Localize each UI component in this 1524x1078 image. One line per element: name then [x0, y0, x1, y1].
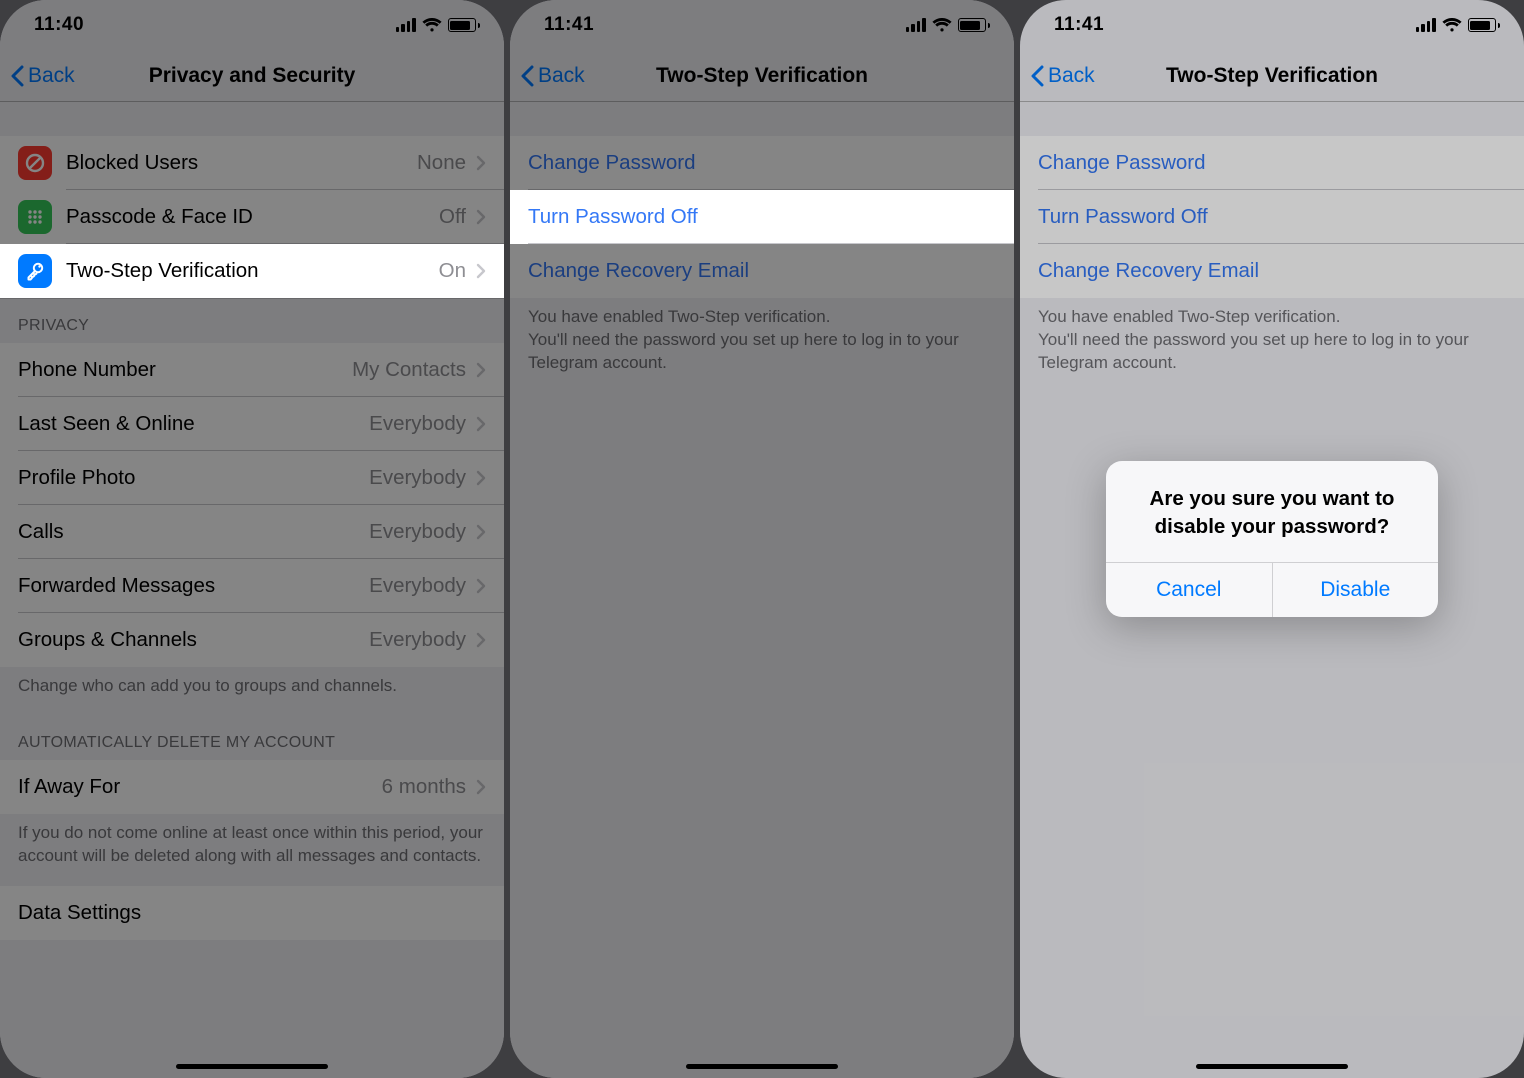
calls-row[interactable]: Calls Everybody [0, 505, 504, 559]
chevron-right-icon [476, 362, 486, 378]
calls-value: Everybody [369, 520, 466, 544]
chevron-right-icon [476, 470, 486, 486]
status-bar: 11:40 [0, 0, 504, 50]
back-button[interactable]: Back [510, 64, 585, 88]
screen-privacy-security: 11:40 Back Privacy and Security [0, 0, 504, 1078]
delete-section: If Away For 6 months [0, 760, 504, 814]
passcode-label: Passcode & Face ID [66, 205, 439, 229]
phone-number-value: My Contacts [352, 358, 466, 382]
screen-two-step-verification: 11:41 Back Two-Step Verification Change … [510, 0, 1014, 1078]
chevron-right-icon [476, 779, 486, 795]
blocked-users-value: None [417, 151, 466, 175]
turn-password-off-row[interactable]: Turn Password Off [510, 190, 1014, 244]
forwarded-messages-row[interactable]: Forwarded Messages Everybody [0, 559, 504, 613]
home-indicator[interactable] [686, 1064, 838, 1069]
forwarded-messages-label: Forwarded Messages [18, 574, 369, 598]
alert-backdrop: Are you sure you want to disable your pa… [1020, 0, 1524, 1078]
chevron-right-icon [476, 263, 486, 279]
profile-photo-row[interactable]: Profile Photo Everybody [0, 451, 504, 505]
if-away-value: 6 months [382, 775, 466, 799]
two-step-footer: You have enabled Two-Step verification. … [510, 298, 1014, 393]
phone-number-label: Phone Number [18, 358, 352, 382]
status-time: 11:41 [544, 14, 594, 36]
data-settings-section: Data Settings [0, 886, 504, 940]
battery-icon [958, 18, 991, 32]
page-title: Privacy and Security [0, 64, 504, 88]
back-label: Back [28, 64, 75, 88]
home-indicator[interactable] [176, 1064, 328, 1069]
passcode-icon [18, 200, 52, 234]
last-seen-row[interactable]: Last Seen & Online Everybody [0, 397, 504, 451]
back-label: Back [538, 64, 585, 88]
screen-two-step-verification-alert: 11:41 Back Two-Step Verification Change … [1020, 0, 1524, 1078]
passcode-faceid-row[interactable]: Passcode & Face ID Off [0, 190, 504, 244]
back-button[interactable]: Back [0, 64, 75, 88]
last-seen-label: Last Seen & Online [18, 412, 369, 436]
groups-channels-value: Everybody [369, 628, 466, 652]
chevron-left-icon [10, 65, 24, 87]
profile-photo-value: Everybody [369, 466, 466, 490]
cellular-icon [906, 18, 926, 32]
confirm-alert: Are you sure you want to disable your pa… [1106, 461, 1438, 617]
two-step-verification-row[interactable]: Two-Step Verification On [0, 244, 504, 298]
phone-number-row[interactable]: Phone Number My Contacts [0, 343, 504, 397]
if-away-label: If Away For [18, 775, 382, 799]
blocked-icon [18, 146, 52, 180]
if-away-for-row[interactable]: If Away For 6 months [0, 760, 504, 814]
last-seen-value: Everybody [369, 412, 466, 436]
chevron-right-icon [476, 578, 486, 594]
privacy-footer: Change who can add you to groups and cha… [0, 667, 504, 716]
chevron-right-icon [476, 155, 486, 171]
calls-label: Calls [18, 520, 369, 544]
battery-icon [448, 18, 481, 32]
home-indicator[interactable] [1196, 1064, 1348, 1069]
groups-channels-label: Groups & Channels [18, 628, 369, 652]
two-step-label: Two-Step Verification [66, 259, 439, 283]
nav-bar: Back Privacy and Security [0, 50, 504, 102]
page-title: Two-Step Verification [510, 64, 1014, 88]
chevron-right-icon [476, 632, 486, 648]
data-settings-label: Data Settings [18, 901, 486, 925]
alert-disable-button[interactable]: Disable [1272, 563, 1439, 617]
nav-bar: Back Two-Step Verification [510, 50, 1014, 102]
change-recovery-email-label: Change Recovery Email [528, 259, 996, 283]
two-step-value: On [439, 259, 466, 283]
cellular-icon [396, 18, 416, 32]
key-icon [18, 254, 52, 288]
chevron-right-icon [476, 524, 486, 540]
chevron-left-icon [520, 65, 534, 87]
delete-section-header: AUTOMATICALLY DELETE MY ACCOUNT [0, 716, 504, 760]
change-password-label: Change Password [528, 151, 996, 175]
chevron-right-icon [476, 416, 486, 432]
security-section: Blocked Users None Passcode & Face ID Of… [0, 136, 504, 298]
turn-password-off-label: Turn Password Off [528, 205, 996, 229]
two-step-actions: Change Password Turn Password Off Change… [510, 136, 1014, 298]
status-bar: 11:41 [510, 0, 1014, 50]
passcode-value: Off [439, 205, 466, 229]
data-settings-row[interactable]: Data Settings [0, 886, 504, 940]
wifi-icon [422, 18, 442, 33]
forwarded-messages-value: Everybody [369, 574, 466, 598]
alert-title: Are you sure you want to disable your pa… [1106, 461, 1438, 562]
profile-photo-label: Profile Photo [18, 466, 369, 490]
blocked-users-row[interactable]: Blocked Users None [0, 136, 504, 190]
groups-channels-row[interactable]: Groups & Channels Everybody [0, 613, 504, 667]
alert-cancel-button[interactable]: Cancel [1106, 563, 1272, 617]
change-password-row[interactable]: Change Password [510, 136, 1014, 190]
privacy-section-header: PRIVACY [0, 299, 504, 343]
change-recovery-email-row[interactable]: Change Recovery Email [510, 244, 1014, 298]
blocked-users-label: Blocked Users [66, 151, 417, 175]
chevron-right-icon [476, 209, 486, 225]
delete-footer: If you do not come online at least once … [0, 814, 504, 886]
status-indicators [906, 18, 991, 33]
wifi-icon [932, 18, 952, 33]
privacy-section: Phone Number My Contacts Last Seen & Onl… [0, 343, 504, 667]
status-time: 11:40 [34, 14, 84, 36]
status-indicators [396, 18, 481, 33]
